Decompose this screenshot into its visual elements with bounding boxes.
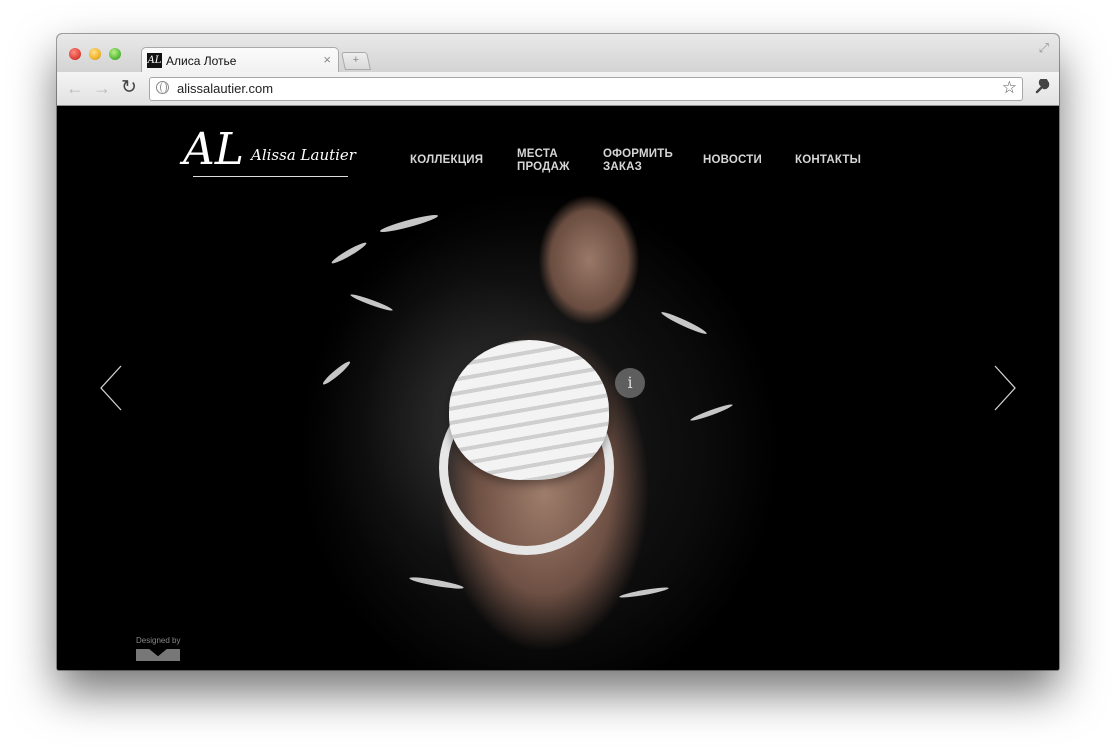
nav-label: ПРОДАЖ [517,161,570,173]
nav-label: КОНТАКТЫ [795,154,862,166]
nav-order[interactable]: ОФОРМИТЬ ЗАКАЗ [603,148,673,174]
next-arrow-icon[interactable] [993,364,1017,412]
nav-label: ОФОРМИТЬ [603,148,673,160]
browser-window: AL Алиса Лотье × + ⤢ ← → ↻ alissalautier… [57,34,1059,670]
fullscreen-icon[interactable]: ⤢ [1039,40,1049,56]
logo-underline [193,176,348,177]
wrench-icon [1035,77,1050,94]
address-bar[interactable]: alissalautier.com ☆ [149,77,1023,101]
wrench-menu-icon[interactable] [1035,77,1051,100]
browser-toolbar: ← → ↻ alissalautier.com ☆ [57,72,1059,106]
tab-title: Алиса Лотье [166,54,237,68]
reload-button[interactable]: ↻ [121,78,137,98]
water-splash [689,402,734,423]
logo-wordmark: Alissa Lautier [251,146,356,164]
logo-monogram: AL [183,124,244,175]
site-logo[interactable]: AL Alissa Lautier [183,122,356,182]
back-button[interactable]: ← [66,78,84,98]
bookmark-star-icon[interactable]: ☆ [1002,78,1017,98]
tab-strip: AL Алиса Лотье × + ⤢ [57,34,1059,73]
nav-contacts[interactable]: КОНТАКТЫ [795,154,861,167]
designed-by-label: Designed by [136,636,181,645]
water-splash [349,292,394,313]
nav-news[interactable]: НОВОСТИ [703,154,762,167]
globe-icon [156,81,169,94]
page-viewport: AL Alissa Lautier КОЛЛЕКЦИЯ МЕСТА ПРОДАЖ… [57,106,1059,670]
water-splash [330,240,368,266]
prev-arrow-icon[interactable] [99,364,123,412]
window-minimize-button[interactable] [89,48,101,60]
new-tab-button[interactable]: + [341,52,371,70]
tab-close-icon[interactable]: × [323,52,331,67]
water-splash [408,575,465,591]
water-splash [660,309,708,337]
water-splash [618,585,670,600]
nav-label: МЕСТА [517,148,558,160]
url-text[interactable]: alissalautier.com [177,81,273,96]
water-splash [379,212,439,235]
hero-photo [289,190,789,670]
handbag [449,340,609,480]
info-button[interactable]: i [615,368,645,398]
nav-label: ЗАКАЗ [603,161,643,173]
window-close-button[interactable] [69,48,81,60]
plus-icon: + [352,54,360,66]
nav-collection[interactable]: КОЛЛЕКЦИЯ [410,154,483,167]
nav-label: КОЛЛЕКЦИЯ [410,154,484,166]
nav-stores[interactable]: МЕСТА ПРОДАЖ [517,148,570,174]
nav-label: НОВОСТИ [703,154,762,166]
designer-logo[interactable] [136,649,180,661]
favicon-icon: AL [147,53,162,68]
forward-button[interactable]: → [93,78,111,98]
browser-tab[interactable]: AL Алиса Лотье × [141,47,339,73]
water-splash [321,359,352,387]
window-zoom-button[interactable] [109,48,121,60]
